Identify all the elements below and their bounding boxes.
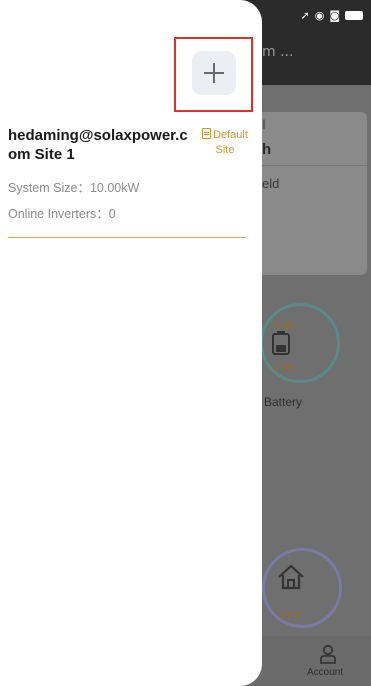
home-icon [278,564,304,590]
background-card [255,112,367,275]
site-divider [8,237,246,238]
add-site-highlight [174,37,253,112]
background-card-text-1: I [262,116,266,132]
status-battery-icon [345,11,363,20]
system-size: System Size：10.00kW [8,181,140,195]
add-site-button[interactable] [192,51,236,95]
background-card-text-2: h [262,141,272,158]
battery-percent: 0.0% [273,321,294,331]
online-inverters: Online Inverters：0 [8,207,116,221]
document-icon [202,128,212,139]
home-power: 0.0W [280,610,302,620]
location-icon: ➚ [300,9,310,22]
user-icon[interactable] [319,644,337,664]
plus-icon-vertical [213,63,215,83]
background-card-divider [255,165,367,166]
site-name: hedaming@solaxpower.com Site 1 [8,127,188,163]
alarm-icon: ◉ [314,9,325,22]
background-card-text-3: eld [262,176,280,191]
battery-power: 0.0W [273,363,295,373]
background-title: m ... [262,44,294,60]
battery-label: Battery [264,395,303,409]
default-site-badge: Default Site [194,128,256,158]
notification-icon: ◙ [329,9,340,22]
battery-icon [272,331,290,355]
status-bar-icons: ➚ ◉ ◙ [300,9,363,22]
site-drawer: hedaming@solaxpower.com Site 1 Default S… [0,0,262,686]
site-list-item[interactable]: hedaming@solaxpower.com Site 1 Default S… [0,116,262,241]
default-site-label: Default Site [213,129,248,156]
tab-account[interactable]: Account [307,667,343,678]
